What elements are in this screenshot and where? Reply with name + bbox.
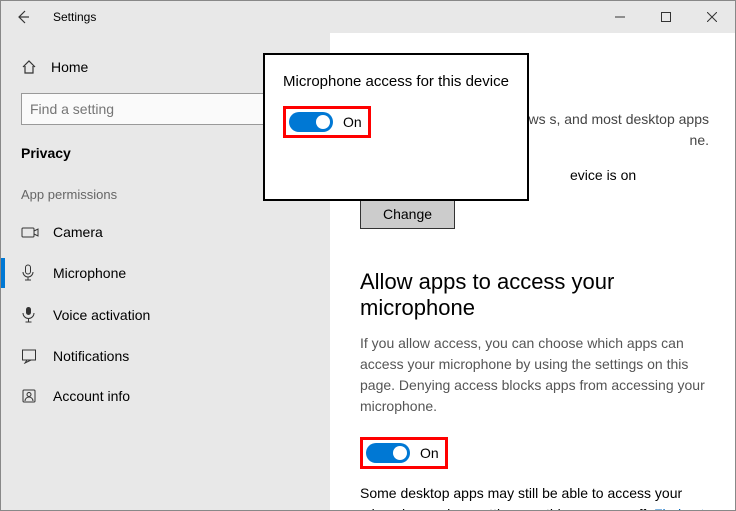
sidebar-item-account-info[interactable]: Account info (1, 376, 330, 416)
maximize-button[interactable] (643, 1, 689, 33)
minimize-icon (615, 12, 625, 22)
close-icon (707, 12, 717, 22)
sidebar-item-label: Notifications (53, 348, 129, 364)
allow-apps-description: If you allow access, you can choose whic… (360, 333, 709, 417)
maximize-icon (661, 12, 671, 22)
microphone-icon (21, 264, 39, 282)
camera-icon (21, 225, 39, 239)
titlebar: Settings (1, 1, 735, 33)
popup-title: Microphone access for this device (283, 73, 509, 90)
allow-apps-toggle[interactable] (366, 443, 410, 463)
notifications-icon (21, 348, 39, 364)
arrow-left-icon (15, 9, 31, 25)
sidebar-item-voice-activation[interactable]: Voice activation (1, 294, 330, 336)
sidebar-item-label: Microphone (53, 265, 126, 281)
window-controls (597, 1, 735, 33)
account-icon (21, 388, 39, 404)
annotation-highlight: On (283, 106, 371, 138)
sidebar-item-label: Camera (53, 224, 103, 240)
device-access-popup: Microphone access for this device On (263, 53, 529, 201)
voice-activation-icon (21, 306, 39, 324)
sidebar-item-microphone[interactable]: Microphone (1, 252, 330, 294)
window-title: Settings (53, 10, 96, 24)
home-icon (21, 59, 37, 75)
allow-apps-toggle-label: On (420, 445, 439, 461)
device-access-toggle-label: On (343, 114, 362, 130)
change-button[interactable]: Change (360, 199, 455, 229)
sidebar-item-label: Account info (53, 388, 130, 404)
sidebar-item-label: Voice activation (53, 307, 150, 323)
back-button[interactable] (11, 5, 35, 29)
section-heading-allow-apps: Allow apps to access your microphone (360, 269, 709, 321)
sidebar-item-notifications[interactable]: Notifications (1, 336, 330, 376)
close-button[interactable] (689, 1, 735, 33)
sidebar-home-label: Home (51, 59, 88, 75)
search-input[interactable] (30, 101, 295, 117)
sidebar-item-camera[interactable]: Camera (1, 212, 330, 252)
desktop-apps-note: Some desktop apps may still be able to a… (360, 483, 709, 510)
minimize-button[interactable] (597, 1, 643, 33)
annotation-highlight: On (360, 437, 448, 469)
device-access-toggle[interactable] (289, 112, 333, 132)
